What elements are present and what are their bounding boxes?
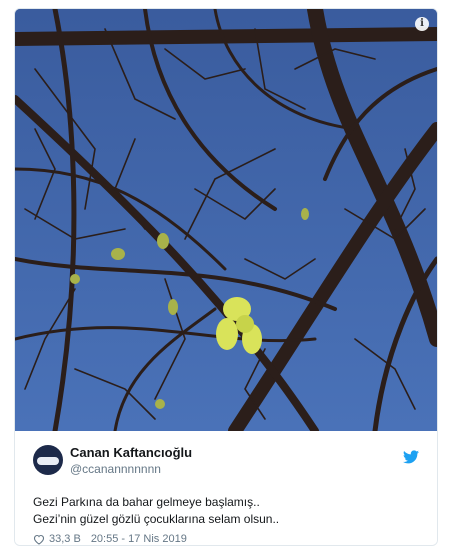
display-name[interactable]: Canan Kaftancıoğlu xyxy=(70,445,192,460)
tweet-photo[interactable]: i xyxy=(15,9,437,431)
user-handle[interactable]: @ccanannnnnnn xyxy=(70,462,161,476)
tweet-text: Gezi Parkına da bahar gelmeye başlamış..… xyxy=(33,494,279,528)
twitter-bird-icon[interactable] xyxy=(403,450,419,464)
tweet-text-line-2: Gezi’nin güzel gözlü çocuklarına selam o… xyxy=(33,512,280,526)
like-count[interactable]: 33,3 B xyxy=(49,533,81,545)
tweet-footer: Canan Kaftancıoğlu @ccanannnnnnn Gezi Pa… xyxy=(15,431,437,545)
tweet-timestamp[interactable]: 20:55 - 17 Nis 2019 xyxy=(91,533,187,545)
tweet-text-line-1: Gezi Parkına da bahar gelmeye başlamış.. xyxy=(33,495,260,509)
info-icon[interactable]: i xyxy=(415,17,429,31)
avatar[interactable] xyxy=(33,445,63,475)
tree-branches-photo xyxy=(15,9,437,431)
tweet-meta: 33,3 B 20:55 - 17 Nis 2019 xyxy=(33,533,187,545)
tweet-card: i Canan Kaftancıoğlu @ccanannnnnnn Gezi … xyxy=(14,8,438,546)
heart-icon[interactable] xyxy=(33,534,45,545)
